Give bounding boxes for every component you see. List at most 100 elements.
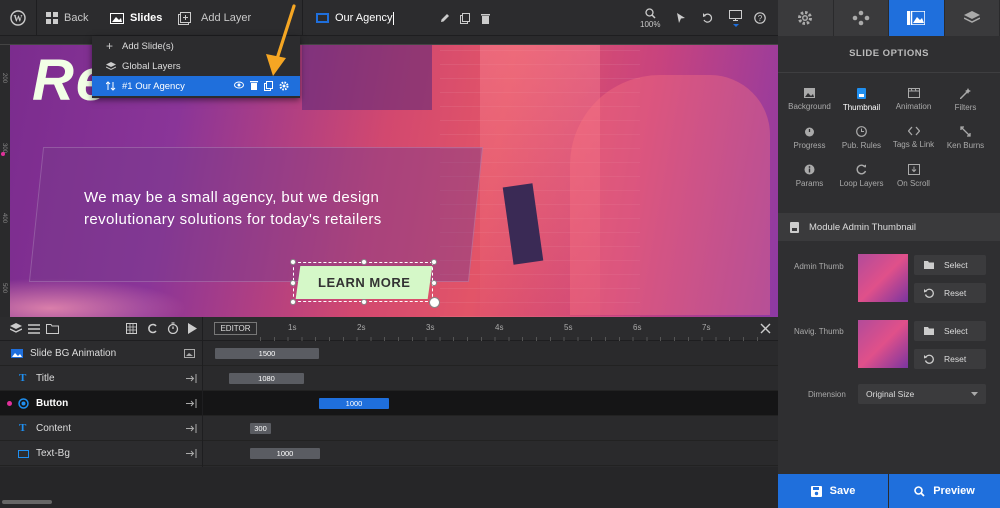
reset-icon [924,288,934,298]
edit-icon[interactable] [440,0,450,36]
timeline-row-slide-bg[interactable]: Slide BG Animation 1500 [0,341,778,366]
background-photo-window [302,45,432,110]
learn-more-button[interactable]: LEARN MORE [295,266,433,299]
image-gallery-icon[interactable] [184,349,195,358]
thumbnail-icon [790,221,799,233]
option-animation[interactable]: Animation [886,88,941,111]
grid-snap-icon[interactable] [126,323,137,334]
trash-icon[interactable] [481,0,490,36]
preview-button[interactable]: Preview [889,474,1000,508]
layer-name: Title [36,373,55,384]
duplicate-icon[interactable] [460,0,470,36]
option-background[interactable]: Background [782,88,837,111]
align-right-icon[interactable] [186,449,197,458]
global-layers-label: Global Layers [122,60,181,72]
save-button[interactable]: Save [778,474,888,508]
resize-handle[interactable] [431,259,437,265]
delete-slide-icon[interactable] [250,81,258,90]
option-loop-layers[interactable]: Loop Layers [834,164,889,188]
module-admin-thumbnail-header[interactable]: Module Admin Thumbnail [778,213,1000,241]
desktop-view-icon[interactable] [729,0,742,36]
time-tick: 1s [288,323,297,332]
help-icon[interactable]: ? [754,0,766,36]
slide-item-label: #1 Our Agency [122,80,185,92]
resize-corner-icon[interactable] [429,297,440,308]
horizontal-scrollbar[interactable] [2,500,52,504]
timeline-bar[interactable]: 1080 [229,373,304,384]
admin-thumb-preview [858,254,908,302]
zoom-control[interactable]: 100% [640,0,660,36]
admin-thumb-reset-button[interactable]: Reset [914,283,986,303]
save-label: Save [829,485,856,497]
list-icon[interactable] [28,324,40,334]
close-timeline-icon[interactable] [760,323,771,334]
plus-icon: + [106,39,114,53]
slide-name-field[interactable]: Our Agency [316,0,395,36]
slide-name-value: Our Agency [335,12,393,24]
cursor-icon[interactable] [676,0,686,36]
background-woman-silhouette [570,75,770,315]
align-right-icon[interactable] [186,399,197,408]
option-params[interactable]: Params [782,164,837,188]
option-label: Background [788,102,831,111]
tab-slide-options-icon[interactable] [889,0,945,36]
timeline-empty-area [0,467,778,508]
tab-navigation-gamepad-icon[interactable] [834,0,889,36]
option-progress[interactable]: Progress [782,126,837,150]
option-tags-link[interactable]: Tags & Link [886,126,941,149]
folder-icon[interactable] [46,324,59,334]
stopwatch-icon[interactable] [167,322,179,334]
resize-handle[interactable] [361,259,367,265]
resize-handle[interactable] [290,280,296,286]
slides-button[interactable]: Slides [110,0,162,36]
option-ken-burns[interactable]: Ken Burns [938,126,993,150]
ken-burns-icon [960,126,971,137]
tab-layers-icon[interactable] [945,0,1000,36]
resize-handle[interactable] [290,299,296,305]
timeline-bar[interactable]: 1000 [250,448,320,459]
play-icon[interactable] [188,323,197,334]
timeline-bar[interactable]: 1000 [319,398,389,409]
timeline-row-title[interactable]: T Title 1080 [0,366,778,391]
button-layer-selection[interactable]: LEARN MORE [290,259,440,308]
ruler-left: 200 300 400 500 [0,45,10,317]
option-filters[interactable]: Filters [938,88,993,112]
timeline-row-text-bg[interactable]: Text-Bg 1000 [0,441,778,466]
svg-text:?: ? [758,14,763,23]
undo-icon[interactable] [702,0,713,36]
select-label: Select [944,260,968,270]
timeline-toolbar: EDITOR 1s 2s 3s 4s 5s 6s 7s [0,317,778,341]
timeline-row-button[interactable]: Button 1000 [0,391,778,416]
align-right-icon[interactable] [186,374,197,383]
wordpress-logo-icon[interactable]: W [10,0,26,36]
editor-badge[interactable]: EDITOR [214,322,257,335]
navig-thumb-select-button[interactable]: Select [914,321,986,341]
layers-toggle-icon[interactable] [10,323,22,334]
duplicate-slide-icon[interactable] [264,81,273,91]
admin-thumb-select-button[interactable]: Select [914,255,986,275]
tab-settings-gear-icon[interactable] [778,0,834,36]
stopwatch-icon [805,127,814,137]
loop-icon[interactable] [147,323,158,334]
time-ruler[interactable]: 1s 2s 3s 4s 5s 6s 7s [260,317,760,341]
timeline-bar[interactable]: 300 [250,423,271,434]
add-layer-button[interactable]: Add Layer [178,0,251,36]
slide-item-our-agency[interactable]: #1 Our Agency [92,76,300,96]
timeline-bar[interactable]: 1500 [215,348,319,359]
time-tick: 6s [633,323,642,332]
option-pub-rules[interactable]: Pub. Rules [834,126,889,150]
sort-icon [106,81,116,91]
resize-handle[interactable] [431,280,437,286]
option-thumbnail[interactable]: Thumbnail [834,88,889,112]
navig-thumb-reset-button[interactable]: Reset [914,349,986,369]
align-right-icon[interactable] [186,424,197,433]
back-button[interactable]: Back [46,0,88,36]
resize-handle[interactable] [290,259,296,265]
resize-handle[interactable] [361,299,367,305]
content-layer[interactable]: We may be a small agency, but we design … [84,187,414,231]
dimension-select[interactable]: Original Size [858,384,986,404]
option-on-scroll[interactable]: On Scroll [886,164,941,188]
slide-settings-gear-icon[interactable] [279,81,289,91]
visibility-eye-icon[interactable] [234,81,244,89]
timeline-row-content[interactable]: T Content 300 [0,416,778,441]
